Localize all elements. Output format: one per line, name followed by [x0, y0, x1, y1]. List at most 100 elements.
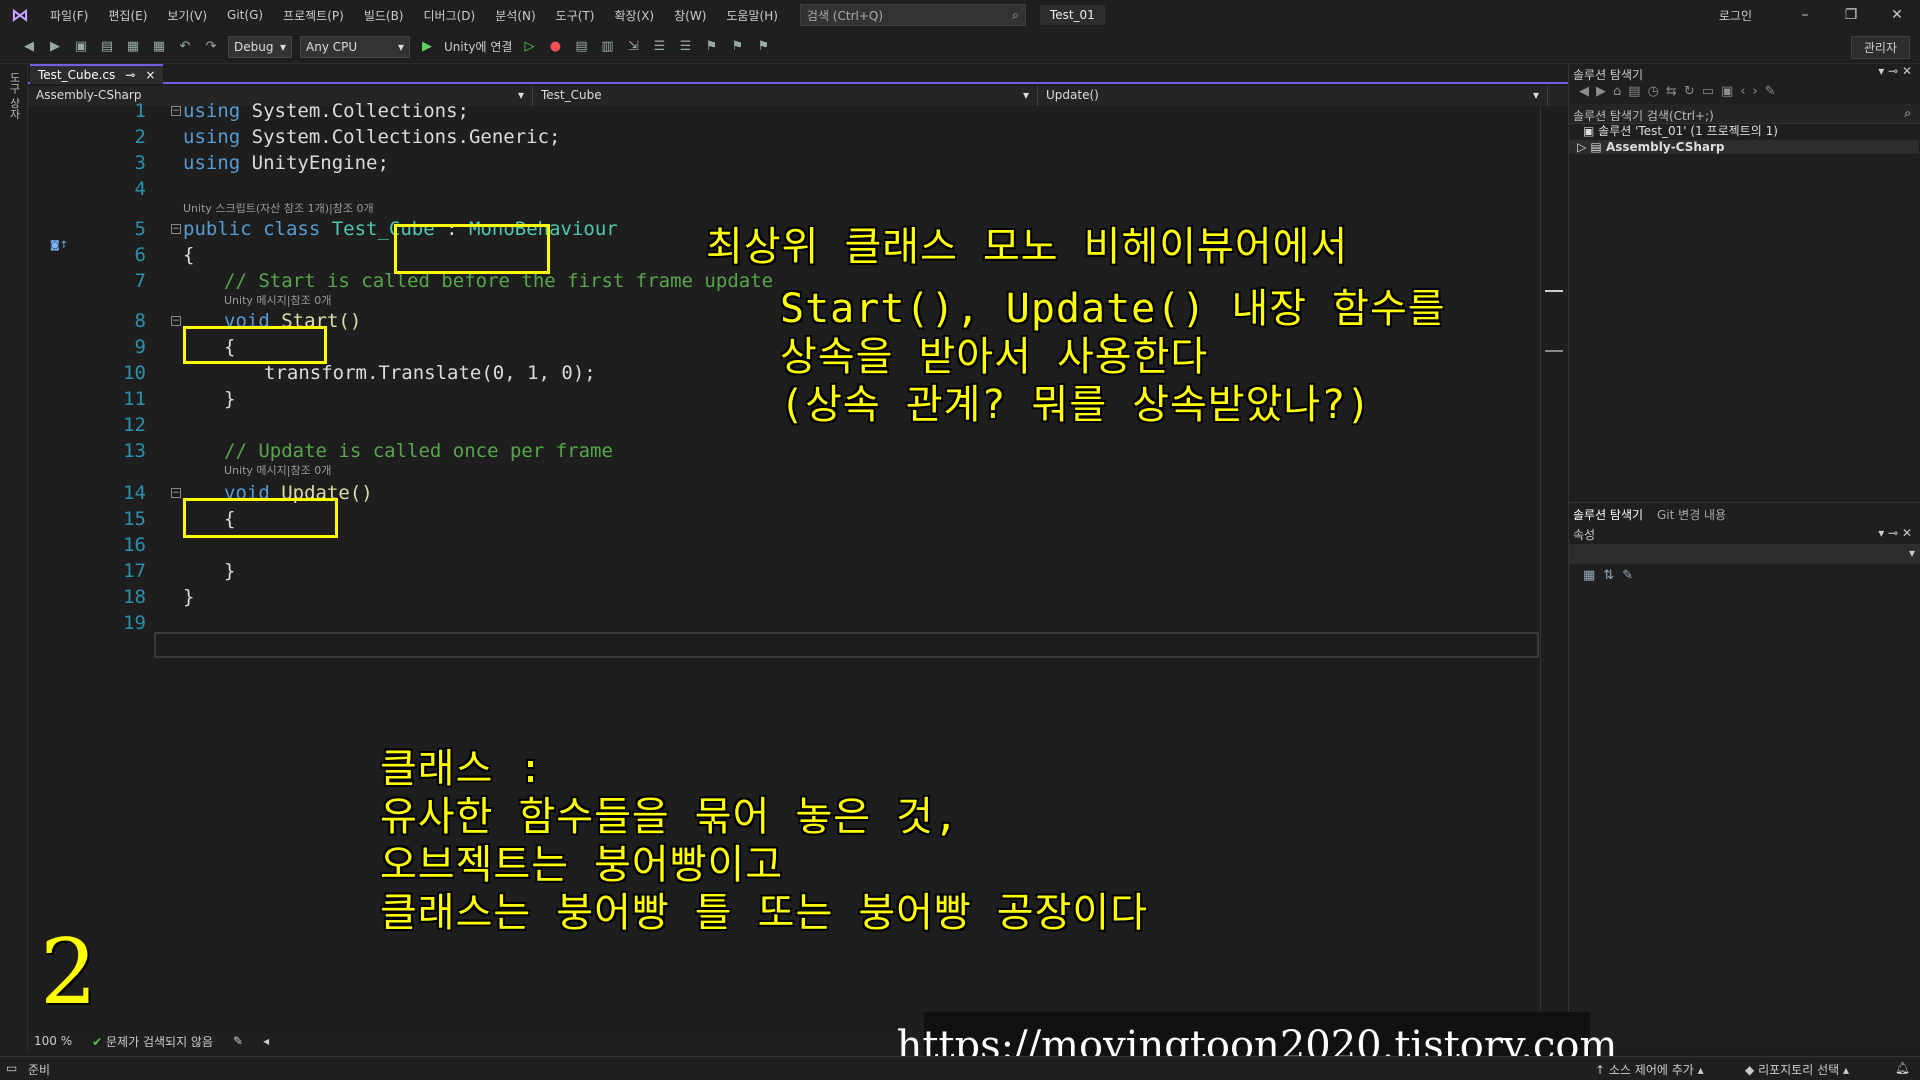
menu-extensions[interactable]: 확장(X) [604, 7, 664, 24]
back-icon[interactable]: ◀ [20, 38, 38, 56]
menu-debug[interactable]: 디버그(D) [414, 7, 486, 24]
close-icon[interactable]: × [145, 68, 155, 82]
sync-icon[interactable]: ⇆ [1666, 84, 1684, 99]
panel-title: 솔루션 탐색기 [1573, 68, 1644, 82]
history-icon[interactable]: ◷ [1648, 84, 1666, 99]
search-box[interactable]: 검색 (Ctrl+Q) ⌕ [799, 4, 1026, 26]
close-icon[interactable]: ✕ [1902, 64, 1912, 78]
codelens-info[interactable]: Unity 메시지|참조 0개 [224, 292, 331, 308]
vertical-scrollbar[interactable] [1540, 106, 1568, 1030]
menu-file[interactable]: 파일(F) [40, 7, 98, 24]
open-folder-icon[interactable]: ▤ [98, 38, 116, 56]
step-icon[interactable]: ⇲ [624, 38, 642, 56]
notification-icon[interactable]: 🔔︎ [1895, 1061, 1910, 1075]
config-dropdown[interactable]: Debug ▾ [228, 35, 292, 58]
close-icon[interactable]: ✕ [1874, 7, 1920, 23]
panel-tabs: 솔루션 탐색기 Git 변경 내용 [1569, 502, 1920, 522]
pin-icon[interactable]: ⊸ [125, 68, 135, 82]
menu-project[interactable]: 프로젝트(P) [273, 7, 354, 24]
brush-icon[interactable]: ✎ [233, 1034, 243, 1048]
codelens-info[interactable]: Unity 스크립트(자산 참조 1개)|참조 0개 [183, 200, 374, 216]
chevron-down-icon: ▾ [1532, 88, 1539, 102]
forward-icon[interactable]: ▶ [1596, 84, 1613, 99]
switch-view-icon[interactable]: ▤ [1628, 84, 1647, 99]
outdent-icon[interactable]: ☰ [676, 38, 694, 56]
save-all-icon[interactable]: ▦ [150, 38, 168, 56]
categorized-icon[interactable]: ▦ [1583, 568, 1603, 583]
scroll-thumb[interactable] [1545, 290, 1563, 292]
menu-build[interactable]: 빌드(B) [354, 7, 414, 24]
menu-help[interactable]: 도움말(H) [716, 7, 788, 24]
bookmark-next-icon[interactable]: ⚑ [754, 38, 772, 56]
scroll-left-icon[interactable]: ◂ [263, 1034, 269, 1048]
forward-icon[interactable]: ▶ [46, 38, 64, 56]
solution-search-input[interactable]: 솔루션 탐색기 검색(Ctrl+;) ⌕ [1569, 104, 1920, 124]
class-dropdown[interactable]: Test_Cube ▾ [533, 86, 1038, 106]
fold-toggle-icon[interactable]: − [171, 316, 181, 326]
platform-dropdown[interactable]: Any CPU ▾ [300, 35, 410, 58]
bookmark-prev-icon[interactable]: ⚑ [728, 38, 746, 56]
codelens-info[interactable]: Unity 메시지|참조 0개 [224, 462, 331, 478]
menu-window[interactable]: 창(W) [664, 7, 716, 24]
code-line: } [224, 388, 236, 410]
collapse-icon[interactable]: ▭ [1702, 84, 1721, 99]
minimize-icon[interactable]: – [1782, 7, 1828, 23]
bookmark-icon[interactable]: ⚑ [702, 38, 720, 56]
refresh-icon[interactable]: ↻ [1684, 84, 1702, 99]
chevron-down-icon[interactable]: ▾ [1878, 526, 1884, 540]
chevron-down-icon: ▾ [1908, 546, 1915, 560]
redo-icon[interactable]: ↷ [202, 38, 220, 56]
menu-edit[interactable]: 편집(E) [98, 7, 157, 24]
source-control-button[interactable]: ↑ 소스 제어에 추가 ▴ [1595, 1061, 1704, 1078]
pin-icon[interactable]: ⊸ [1888, 526, 1898, 540]
close-icon[interactable]: ✕ [1902, 526, 1912, 540]
login-link[interactable]: 로그인 [1719, 7, 1752, 24]
repository-button[interactable]: ◆ 리포지토리 선택 ▴ [1745, 1061, 1849, 1078]
code-icon[interactable]: ‹› [1740, 84, 1764, 99]
property-pages-icon[interactable]: ✎ [1622, 568, 1641, 583]
indent-icon[interactable]: ☰ [650, 38, 668, 56]
browse-icon[interactable]: ▤ [572, 38, 590, 56]
fold-toggle-icon[interactable]: − [171, 488, 181, 498]
line-number: 1 [134, 100, 146, 122]
tab-solution-explorer[interactable]: 솔루션 탐색기 [1573, 506, 1643, 523]
properties-object-dropdown[interactable]: ▾ [1569, 544, 1920, 564]
keyword: using [183, 152, 241, 174]
save-icon[interactable]: ▦ [124, 38, 142, 56]
alphabetical-icon[interactable]: ⇅ [1603, 568, 1622, 583]
wrench-icon[interactable]: ✎ [1765, 84, 1783, 99]
play-icon[interactable]: ▶ [418, 38, 436, 56]
restore-icon[interactable]: ❐ [1828, 7, 1874, 23]
issues-indicator[interactable]: ✔ 문제가 검색되지 않음 [92, 1033, 213, 1050]
platform-value: Any CPU [306, 39, 358, 54]
back-icon[interactable]: ◀ [1579, 84, 1596, 99]
member-dropdown[interactable]: Update() ▾ [1038, 86, 1548, 106]
layout-icon[interactable]: ▥ [598, 38, 616, 56]
undo-icon[interactable]: ↶ [176, 38, 194, 56]
admin-button[interactable]: 관리자 [1850, 36, 1910, 59]
new-project-icon[interactable]: ▣ [72, 38, 90, 56]
menu-analyze[interactable]: 분석(N) [485, 7, 545, 24]
chevron-down-icon[interactable]: ▾ [1878, 64, 1884, 78]
chevron-right-icon[interactable]: ▷ [1577, 140, 1586, 154]
line-number: 17 [123, 560, 146, 582]
tree-item-solution[interactable]: ▣ 솔루션 'Test_01' (1 프로젝트의 1) [1583, 122, 1778, 139]
start-without-debug-icon[interactable]: ▷ [520, 38, 538, 56]
home-icon[interactable]: ⌂ [1613, 84, 1628, 99]
tab-git-changes[interactable]: Git 변경 내용 [1657, 506, 1726, 523]
run-button-label[interactable]: Unity에 연결 [444, 38, 512, 55]
tree-item-project[interactable]: ▷ ▤ Assembly-CSharp [1569, 140, 1919, 154]
menu-git[interactable]: Git(G) [217, 8, 273, 22]
zoom-level[interactable]: 100 % [34, 1034, 72, 1048]
hot-reload-icon[interactable]: ● [546, 38, 564, 56]
toolbox-tab[interactable]: 도구 상자 [6, 72, 22, 120]
show-all-icon[interactable]: ▣ [1721, 84, 1740, 99]
menu-tools[interactable]: 도구(T) [546, 7, 605, 24]
solution-toolbar: ◀▶⌂▤◷⇆↻▭▣‹›✎ [1579, 84, 1783, 99]
fold-toggle-icon[interactable]: − [171, 224, 181, 234]
menu-view[interactable]: 보기(V) [157, 7, 217, 24]
pin-icon[interactable]: ⊸ [1888, 64, 1898, 78]
fold-toggle-icon[interactable]: − [171, 106, 181, 116]
document-tab[interactable]: Test_Cube.cs ⊸ × [30, 64, 164, 84]
keyword: using [183, 126, 241, 148]
